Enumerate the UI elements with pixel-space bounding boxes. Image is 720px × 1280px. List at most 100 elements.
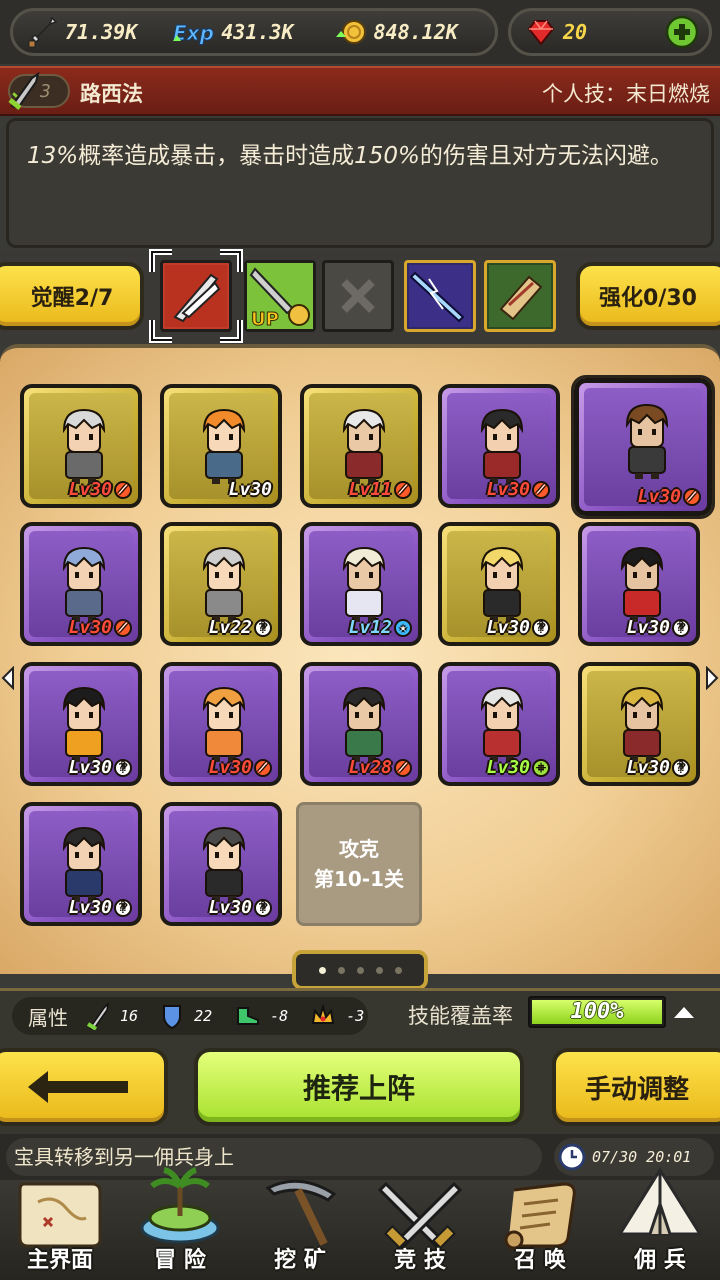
- skill-slot-sword-up[interactable]: UP: [244, 260, 316, 332]
- tent-icon: [617, 1167, 703, 1236]
- prev-page-arrow-icon[interactable]: [0, 666, 16, 690]
- sword-icon: [28, 16, 58, 48]
- hero-level-text: Lv12: [348, 617, 392, 638]
- flame-badge-icon: ⟋: [114, 480, 132, 499]
- skill-slot-lightning-sword[interactable]: [404, 260, 476, 332]
- attr-value-boot: -8: [270, 1007, 289, 1025]
- hero-card[interactable]: Lv30 ⟋: [160, 662, 282, 786]
- skill-slot-scroll[interactable]: [484, 260, 556, 332]
- awaken-button[interactable]: 觉醒2/7: [0, 262, 144, 330]
- hero-card[interactable]: Lv30 +: [438, 662, 560, 786]
- nav-mercenary-label: 佣 兵: [634, 1248, 686, 1273]
- hero-level-text: Lv30: [486, 757, 530, 778]
- coin-icon: [335, 20, 366, 44]
- nav-adventure-label: 冒 险: [154, 1248, 206, 1273]
- hero-card[interactable]: Lv12 ★: [300, 522, 422, 646]
- back-arrow-icon: [28, 1071, 128, 1103]
- desc-text-2: 的伤害且对方无法闪避。: [419, 143, 673, 169]
- hero-level: Lv30 ⟋: [638, 486, 701, 507]
- nav-arena[interactable]: 竞 技: [360, 1180, 480, 1280]
- hero-level-text: Lv28: [348, 757, 392, 778]
- hero-level: Lv30?: [69, 897, 132, 918]
- hero-level: Lv28 ⟋: [349, 757, 412, 778]
- hero-level: Lv11 ⟋: [349, 479, 412, 500]
- back-button[interactable]: [0, 1048, 168, 1126]
- question-badge-icon: ?: [114, 898, 132, 917]
- bottom-nav: 主界面 冒 险 挖 矿 竞 技 召 唤 佣 兵: [0, 1167, 720, 1280]
- flame-badge-icon: ⟋: [683, 487, 701, 506]
- crit-chance: 13%: [27, 143, 79, 169]
- ruby-icon: [527, 20, 555, 46]
- sword-up-icon: UP: [247, 263, 313, 329]
- manual-adjust-button[interactable]: 手动调整: [552, 1048, 720, 1126]
- hero-avatar-icon: [62, 408, 106, 484]
- flame-badge-icon: ⟋: [394, 480, 412, 499]
- hero-card[interactable]: Lv30?: [578, 522, 700, 646]
- hero-avatar-icon: [625, 403, 669, 479]
- hero-card[interactable]: Lv30: [160, 384, 282, 508]
- exp-resource: Exp 431.3K: [171, 17, 294, 47]
- hero-level: Lv30 ⟋: [69, 617, 132, 638]
- hero-card[interactable]: Lv30?: [20, 802, 142, 926]
- enhance-button[interactable]: 强化0/30: [576, 262, 720, 330]
- nav-summon[interactable]: 召 唤: [480, 1180, 600, 1280]
- page-dot[interactable]: [375, 966, 383, 974]
- nav-arena-label: 竞 技: [394, 1248, 446, 1273]
- hero-card[interactable]: Lv28 ⟋: [300, 662, 422, 786]
- hero-avatar-icon: [202, 826, 246, 902]
- hero-level: Lv22?: [209, 617, 272, 638]
- question-badge-icon: ?: [672, 758, 690, 777]
- next-page-arrow-icon[interactable]: [704, 666, 720, 690]
- add-gem-button[interactable]: [665, 15, 699, 49]
- hero-level-text: Lv11: [348, 479, 392, 500]
- page-dot[interactable]: [337, 966, 345, 974]
- hero-level-text: Lv30: [626, 757, 670, 778]
- hero-card[interactable]: Lv30 ⟋: [574, 378, 712, 516]
- hero-card[interactable]: Lv30?: [160, 802, 282, 926]
- nav-adventure[interactable]: 冒 险: [120, 1167, 240, 1280]
- scroll-skill-icon: [489, 265, 551, 327]
- question-badge-icon: ?: [672, 618, 690, 637]
- hero-level-text: Lv30: [486, 479, 530, 500]
- expand-up-icon[interactable]: [672, 1004, 696, 1020]
- question-badge-icon: ?: [114, 758, 132, 777]
- nav-mining-label: 挖 矿: [274, 1248, 326, 1273]
- svg-text:UP: UP: [251, 309, 279, 329]
- manual-adjust-label: 手动调整: [584, 1074, 689, 1105]
- page-dot[interactable]: [394, 966, 402, 974]
- exp-value: 431.3K: [221, 20, 294, 44]
- page-indicator: [292, 950, 428, 990]
- hero-level: Lv30?: [627, 757, 690, 778]
- question-badge-icon: ?: [532, 618, 550, 637]
- hero-card[interactable]: Lv30 ⟋: [20, 522, 142, 646]
- skill-coverage-value: 100%: [570, 999, 624, 1024]
- flame-badge-icon: ⟋: [394, 758, 412, 777]
- hero-class-icon: [8, 71, 40, 110]
- hero-card[interactable]: Lv30?: [438, 522, 560, 646]
- hero-avatar-icon: [202, 686, 246, 762]
- attribute-pill: 属性 16 22 -8 -3: [12, 997, 368, 1035]
- hero-card[interactable]: Lv30?: [578, 662, 700, 786]
- recommend-label: 推荐上阵: [302, 1072, 415, 1105]
- hero-avatar-icon: [480, 546, 524, 622]
- hero-card[interactable]: Lv22?: [160, 522, 282, 646]
- hero-avatar-icon: [202, 408, 246, 484]
- hero-level-text: Lv30: [68, 757, 112, 778]
- page-dot[interactable]: [356, 966, 364, 974]
- hero-level: Lv12 ★: [349, 617, 412, 638]
- hero-card[interactable]: Lv30 ⟋: [438, 384, 560, 508]
- hero-card[interactable]: Lv30 ⟋: [20, 384, 142, 508]
- hero-avatar-icon: [620, 546, 664, 622]
- hero-card[interactable]: Lv11 ⟋: [300, 384, 422, 508]
- pickaxe-icon: [265, 1179, 337, 1246]
- nav-mercenary[interactable]: 佣 兵: [600, 1167, 720, 1280]
- nav-home[interactable]: 主界面: [0, 1180, 120, 1280]
- recommend-lineup-button[interactable]: 推荐上阵: [194, 1048, 524, 1126]
- nav-mining[interactable]: 挖 矿: [240, 1179, 360, 1280]
- personal-skill-name: 个人技：末日燃烧: [542, 82, 710, 106]
- scroll-icon: [504, 1182, 576, 1250]
- gold-resource: 848.12K: [334, 17, 458, 47]
- attack-value: 71.39K: [65, 20, 138, 44]
- page-dot[interactable]: [318, 966, 326, 974]
- hero-card[interactable]: Lv30?: [20, 662, 142, 786]
